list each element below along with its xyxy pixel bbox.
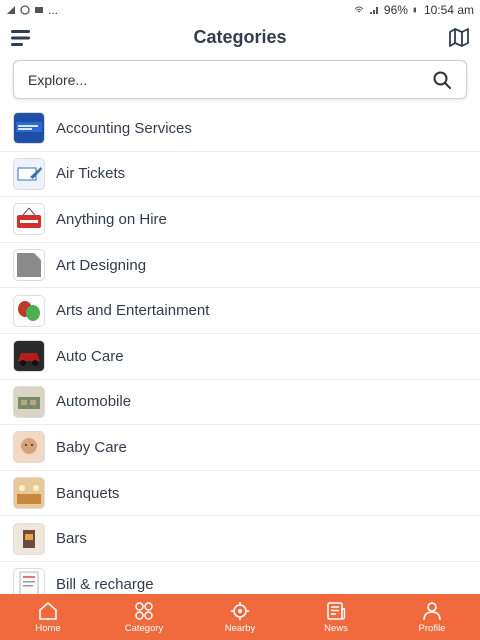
category-list: Accounting Services Air Tickets Anything… [0, 106, 480, 594]
category-icon [135, 602, 153, 620]
category-label: Auto Care [56, 347, 124, 365]
category-label: Air Tickets [56, 165, 126, 183]
bill-thumb-icon [14, 569, 44, 594]
hiring-sign-icon [14, 204, 44, 235]
category-row-bill-recharge[interactable]: Bill & recharge [0, 562, 480, 594]
category-label: Art Designing [56, 256, 147, 274]
nav-nearby-label: Nearby [224, 623, 256, 634]
category-row-art-designing[interactable]: Art Designing [0, 243, 480, 289]
signal-warning-icon [7, 6, 15, 14]
category-row-air-tickets[interactable]: Air Tickets [0, 152, 480, 198]
accounting-thumb-icon [14, 113, 44, 144]
theatre-masks-icon [14, 295, 44, 326]
category-label: Automobile [56, 393, 132, 411]
category-row-arts-and-entertainment[interactable]: Arts and Entertainment [0, 288, 480, 334]
status-notifications: ... [6, 3, 58, 17]
nav-profile[interactable]: Profile [384, 594, 480, 640]
search-icon[interactable] [432, 70, 452, 90]
category-row-automobile[interactable]: Automobile [0, 380, 480, 426]
category-row-bars[interactable]: Bars [0, 516, 480, 562]
map-button[interactable] [448, 26, 470, 48]
nearby-icon [231, 602, 249, 620]
nav-home-label: Home [35, 623, 61, 634]
category-label: Banquets [56, 484, 120, 502]
news-icon [327, 602, 346, 620]
auto-care-thumb-icon [14, 341, 44, 372]
category-row-baby-care[interactable]: Baby Care [0, 425, 480, 471]
category-row-anything-on-hire[interactable]: Anything on Hire [0, 197, 480, 243]
profile-icon [423, 602, 441, 621]
baby-thumb-icon [14, 432, 44, 463]
nav-news[interactable]: News [288, 594, 384, 640]
category-label: Anything on Hire [56, 210, 167, 228]
whatsapp-icon [20, 5, 30, 15]
status-system: 96% 10:54 am [354, 3, 474, 17]
app-bar: Categories [0, 20, 480, 56]
search-input[interactable] [28, 61, 428, 98]
clock: 10:54 am [423, 3, 474, 17]
nav-home[interactable]: Home [0, 594, 96, 640]
banquets-thumb-icon [14, 478, 44, 509]
category-label: Bill & recharge [56, 575, 154, 593]
category-row-accounting-services[interactable]: Accounting Services [0, 106, 480, 152]
map-icon [449, 28, 469, 47]
art-thumb-icon [14, 250, 44, 281]
home-icon [39, 602, 57, 620]
category-row-banquets[interactable]: Banquets [0, 471, 480, 517]
nav-nearby[interactable]: Nearby [192, 594, 288, 640]
category-label: Bars [56, 530, 87, 548]
status-bar: ... 96% 10:54 am [0, 0, 480, 20]
bars-thumb-icon [14, 523, 44, 554]
battery-percent: 96% [383, 3, 408, 17]
wifi-icon [354, 6, 364, 13]
battery-icon [413, 7, 416, 13]
nav-news-label: News [324, 623, 348, 634]
air-tickets-thumb-icon [14, 158, 44, 189]
nav-category[interactable]: Category [96, 594, 192, 640]
page-title: Categories [193, 27, 287, 47]
category-label: Arts and Entertainment [56, 302, 210, 320]
automobile-thumb-icon [14, 386, 44, 417]
search-box[interactable] [13, 60, 467, 99]
nav-category-label: Category [124, 623, 164, 634]
bottom-nav: Home Category Nearby News Profile [0, 594, 480, 640]
nav-profile-label: Profile [418, 623, 446, 634]
category-label: Baby Care [56, 438, 127, 456]
mail-icon [35, 7, 43, 13]
category-row-auto-care[interactable]: Auto Care [0, 334, 480, 380]
status-more-dots: ... [48, 3, 59, 17]
category-label: Accounting Services [56, 119, 192, 137]
cell-signal-icon [369, 7, 378, 14]
